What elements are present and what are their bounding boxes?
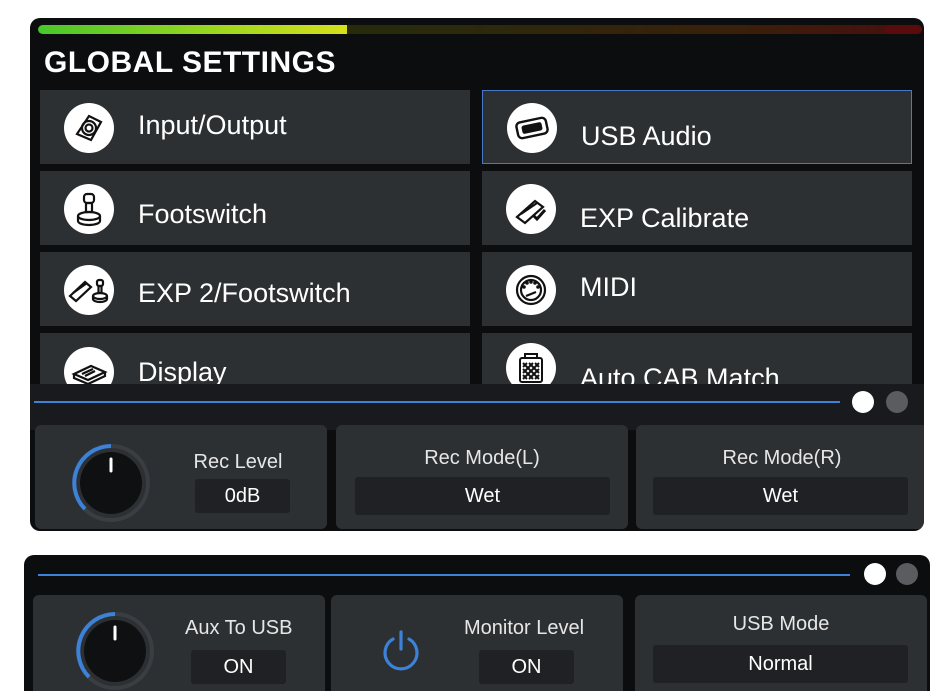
pedal-footswitch-icon xyxy=(64,265,114,315)
aux-to-usb-value: ON xyxy=(191,650,286,684)
display-icon xyxy=(64,347,114,386)
usb-mode-value[interactable]: Normal xyxy=(653,645,908,683)
tile-input-output-label: Input/Output xyxy=(138,110,287,140)
rec-level-label: Rec Level xyxy=(193,451,283,473)
tile-auto-cab-match-label: Auto CAB Match xyxy=(580,363,780,386)
rec-mode-l-label: Rec Mode(L) xyxy=(424,447,540,469)
settings-grid: Input/Output USB Audio Footswitch EXP Ca… xyxy=(40,90,920,386)
scroll-track xyxy=(38,574,850,576)
cabinet-icon xyxy=(506,343,556,386)
tile-footswitch[interactable]: Footswitch xyxy=(40,171,470,245)
page-dot-1[interactable] xyxy=(852,391,874,413)
page-indicator-strip xyxy=(30,384,924,430)
tile-footswitch-label: Footswitch xyxy=(138,199,268,229)
tile-input-output[interactable]: Input/Output xyxy=(40,90,470,164)
page-dot-1[interactable] xyxy=(864,563,886,585)
tile-exp-calibrate-label: EXP Calibrate xyxy=(580,203,750,233)
midi-port-icon xyxy=(506,265,556,315)
monitor-level-card[interactable]: Monitor Level ON xyxy=(331,595,623,691)
rec-mode-r-card[interactable]: Rec Mode(R) Wet xyxy=(636,425,924,529)
tile-auto-cab-match[interactable]: Auto CAB Match xyxy=(482,333,912,386)
usb-port-icon xyxy=(507,103,557,153)
jack-socket-icon xyxy=(64,103,114,153)
usb-mode-label: USB Mode xyxy=(732,613,830,635)
tile-display[interactable]: Display xyxy=(40,333,470,386)
global-settings-panel: GLOBAL SETTINGS Input/Output USB Audio F… xyxy=(30,18,924,531)
rec-mode-r-value[interactable]: Wet xyxy=(653,477,908,515)
tile-exp-calibrate[interactable]: EXP Calibrate xyxy=(482,171,912,245)
page-dot-2[interactable] xyxy=(896,563,918,585)
rec-mode-l-value[interactable]: Wet xyxy=(355,477,610,515)
tile-usb-audio-label: USB Audio xyxy=(581,121,712,151)
tile-midi-label: MIDI xyxy=(580,272,637,302)
usb-audio-page-2-panel: Aux To USB ON Monitor Level ON USB Mode … xyxy=(24,555,930,691)
expression-pedal-check-icon xyxy=(506,184,556,234)
monitor-level-value: ON xyxy=(479,650,574,684)
tile-exp2-footswitch-label: EXP 2/Footswitch xyxy=(138,278,351,308)
power-icon[interactable] xyxy=(381,629,421,673)
aux-to-usb-card[interactable]: Aux To USB ON xyxy=(33,595,325,691)
level-meter-fill xyxy=(38,25,348,34)
aux-to-usb-label: Aux To USB xyxy=(185,617,293,639)
rec-mode-r-label: Rec Mode(R) xyxy=(722,447,842,469)
page-dot-2[interactable] xyxy=(886,391,908,413)
rec-level-knob[interactable] xyxy=(71,443,151,523)
scroll-track xyxy=(34,401,840,403)
monitor-level-label: Monitor Level xyxy=(463,617,585,639)
page-title: GLOBAL SETTINGS xyxy=(44,46,336,79)
rec-level-value: 0dB xyxy=(195,479,290,513)
rec-level-card[interactable]: Rec Level 0dB xyxy=(35,425,327,529)
aux-to-usb-knob[interactable] xyxy=(75,611,155,691)
level-meter xyxy=(38,25,922,34)
tile-midi[interactable]: MIDI xyxy=(482,252,912,326)
tile-exp2-footswitch[interactable]: EXP 2/Footswitch xyxy=(40,252,470,326)
usb-mode-card[interactable]: USB Mode Normal xyxy=(635,595,927,691)
footswitch-icon xyxy=(64,184,114,234)
tile-display-label: Display xyxy=(138,357,227,386)
rec-mode-l-card[interactable]: Rec Mode(L) Wet xyxy=(336,425,628,529)
tile-usb-audio[interactable]: USB Audio xyxy=(482,90,912,164)
